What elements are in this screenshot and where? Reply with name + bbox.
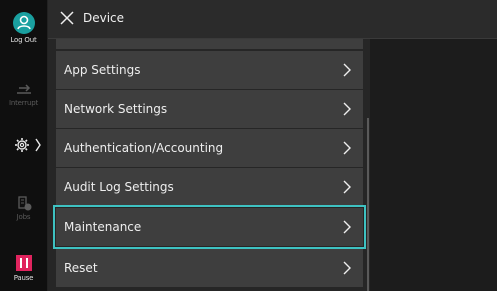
gear-icon bbox=[14, 138, 41, 152]
sidebar: Log Out Interrupt Jobs Pause bbox=[0, 0, 48, 291]
chevron-right-icon bbox=[343, 220, 351, 234]
content-area bbox=[370, 39, 497, 291]
logout-button[interactable]: Log Out bbox=[0, 12, 47, 44]
page-title: Device bbox=[83, 11, 125, 25]
interrupt-label: Interrupt bbox=[8, 99, 38, 107]
jobs-icon bbox=[17, 196, 31, 211]
pause-button[interactable]: Pause bbox=[0, 255, 47, 282]
chevron-right-icon bbox=[343, 180, 351, 194]
menu-item-label: Authentication/Accounting bbox=[64, 141, 224, 155]
menu-item-network-settings[interactable]: Network Settings bbox=[56, 90, 363, 128]
chevron-right-icon bbox=[343, 102, 351, 116]
menu-item-label: Network Settings bbox=[64, 102, 168, 116]
menu-item-audit-log-settings[interactable]: Audit Log Settings bbox=[56, 168, 363, 206]
menu-item-label: App Settings bbox=[64, 63, 141, 77]
menu-item-app-settings[interactable]: App Settings bbox=[56, 51, 363, 89]
scrollbar[interactable] bbox=[367, 118, 369, 291]
header-bar: Device bbox=[48, 0, 497, 39]
device-button[interactable] bbox=[0, 136, 47, 154]
menu-item-partial[interactable] bbox=[56, 39, 363, 49]
logout-label: Log Out bbox=[10, 36, 37, 44]
interrupt-button[interactable]: Interrupt bbox=[0, 82, 47, 107]
person-icon bbox=[12, 12, 35, 34]
interrupt-icon bbox=[16, 84, 31, 94]
close-icon[interactable] bbox=[60, 11, 74, 25]
menu-item-reset[interactable]: Reset bbox=[56, 249, 363, 287]
menu-item-maintenance[interactable]: Maintenance bbox=[53, 205, 366, 249]
menu-item-authentication-accounting[interactable]: Authentication/Accounting bbox=[56, 129, 363, 167]
chevron-right-icon bbox=[343, 63, 351, 77]
menu-item-label: Audit Log Settings bbox=[64, 180, 174, 194]
jobs-button[interactable]: Jobs bbox=[0, 195, 47, 221]
pause-icon bbox=[15, 255, 32, 271]
chevron-right-icon bbox=[343, 141, 351, 155]
menu-item-label: Reset bbox=[64, 261, 98, 275]
jobs-label: Jobs bbox=[16, 213, 31, 221]
chevron-right-icon bbox=[343, 261, 351, 275]
pause-label: Pause bbox=[13, 274, 34, 282]
menu-item-label: Maintenance bbox=[64, 220, 142, 234]
